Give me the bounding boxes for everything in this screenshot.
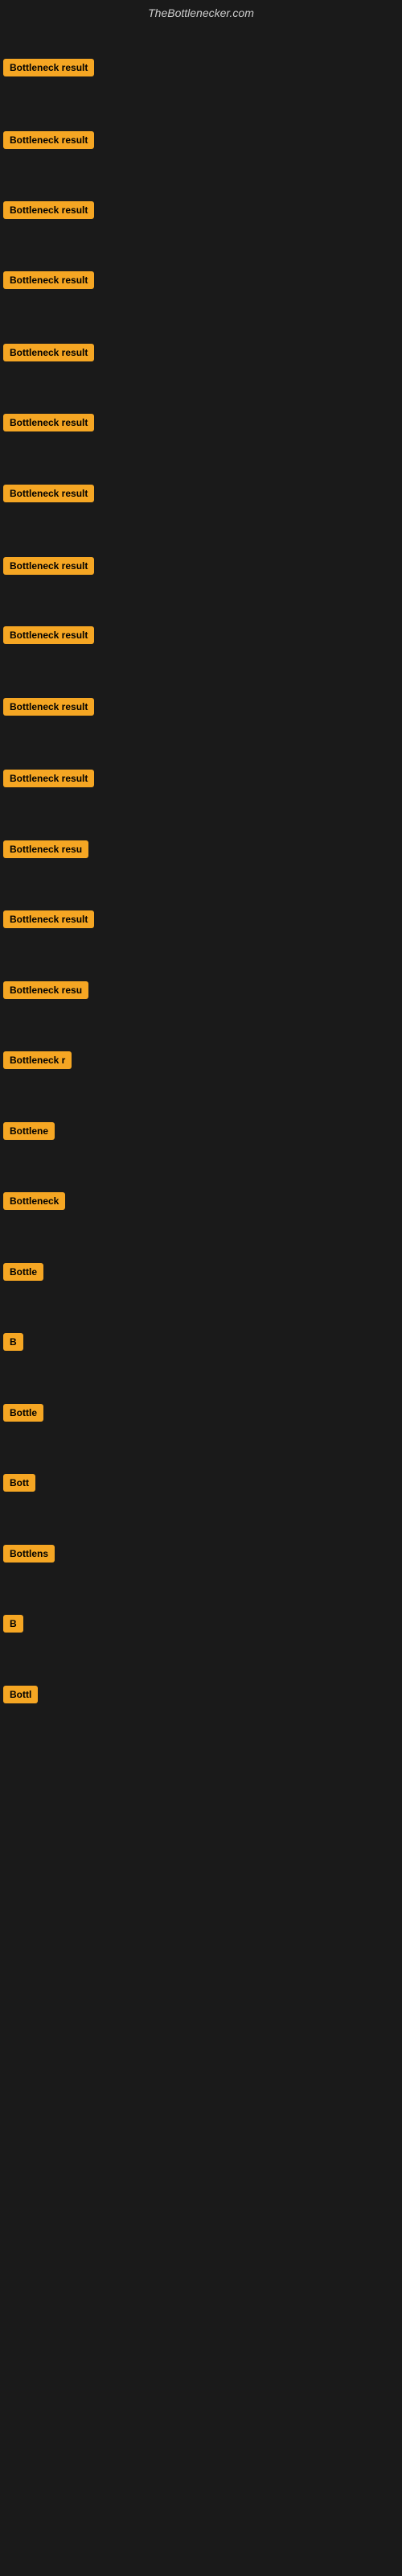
bottleneck-badge-7: Bottleneck result (3, 485, 94, 502)
bottleneck-badge-19: B (3, 1333, 23, 1351)
bottleneck-badge-2: Bottleneck result (3, 131, 94, 149)
result-row-15: Bottleneck r (0, 1048, 75, 1072)
result-row-7: Bottleneck result (0, 481, 97, 506)
result-row-24: Bottl (0, 1682, 41, 1707)
bottleneck-badge-9: Bottleneck result (3, 626, 94, 644)
result-row-19: B (0, 1330, 27, 1354)
bottleneck-badge-20: Bottle (3, 1404, 43, 1422)
result-row-22: Bottlens (0, 1542, 58, 1566)
result-row-8: Bottleneck result (0, 554, 97, 578)
result-row-17: Bottleneck (0, 1189, 68, 1213)
bottleneck-badge-22: Bottlens (3, 1545, 55, 1563)
site-title: TheBottlenecker.com (0, 0, 402, 26)
result-row-2: Bottleneck result (0, 128, 97, 152)
result-row-4: Bottleneck result (0, 268, 97, 292)
result-row-9: Bottleneck result (0, 623, 97, 647)
bottleneck-badge-4: Bottleneck result (3, 271, 94, 289)
bottleneck-badge-13: Bottleneck result (3, 910, 94, 928)
bottleneck-badge-23: B (3, 1615, 23, 1633)
bottleneck-badge-5: Bottleneck result (3, 344, 94, 361)
bottleneck-badge-21: Bott (3, 1474, 35, 1492)
bottleneck-badge-17: Bottleneck (3, 1192, 65, 1210)
bottleneck-badge-24: Bottl (3, 1686, 38, 1703)
result-row-16: Bottlene (0, 1119, 58, 1143)
result-row-14: Bottleneck resu (0, 978, 92, 1002)
result-row-5: Bottleneck result (0, 341, 97, 365)
result-row-12: Bottleneck resu (0, 837, 92, 861)
bottleneck-badge-15: Bottleneck r (3, 1051, 72, 1069)
bottleneck-badge-14: Bottleneck resu (3, 981, 88, 999)
bottleneck-badge-3: Bottleneck result (3, 201, 94, 219)
result-row-23: B (0, 1612, 27, 1636)
result-row-3: Bottleneck result (0, 198, 97, 222)
bottleneck-badge-1: Bottleneck result (3, 59, 94, 76)
bottleneck-badge-12: Bottleneck resu (3, 840, 88, 858)
bottleneck-badge-18: Bottle (3, 1263, 43, 1281)
bottleneck-badge-16: Bottlene (3, 1122, 55, 1140)
result-row-21: Bott (0, 1471, 39, 1495)
result-row-20: Bottle (0, 1401, 47, 1425)
result-row-10: Bottleneck result (0, 695, 97, 719)
result-row-11: Bottleneck result (0, 766, 97, 791)
bottleneck-badge-10: Bottleneck result (3, 698, 94, 716)
result-row-13: Bottleneck result (0, 907, 97, 931)
result-row-18: Bottle (0, 1260, 47, 1284)
result-row-6: Bottleneck result (0, 411, 97, 435)
result-row-1: Bottleneck result (0, 56, 97, 80)
bottleneck-badge-8: Bottleneck result (3, 557, 94, 575)
bottleneck-badge-6: Bottleneck result (3, 414, 94, 431)
bottleneck-badge-11: Bottleneck result (3, 770, 94, 787)
